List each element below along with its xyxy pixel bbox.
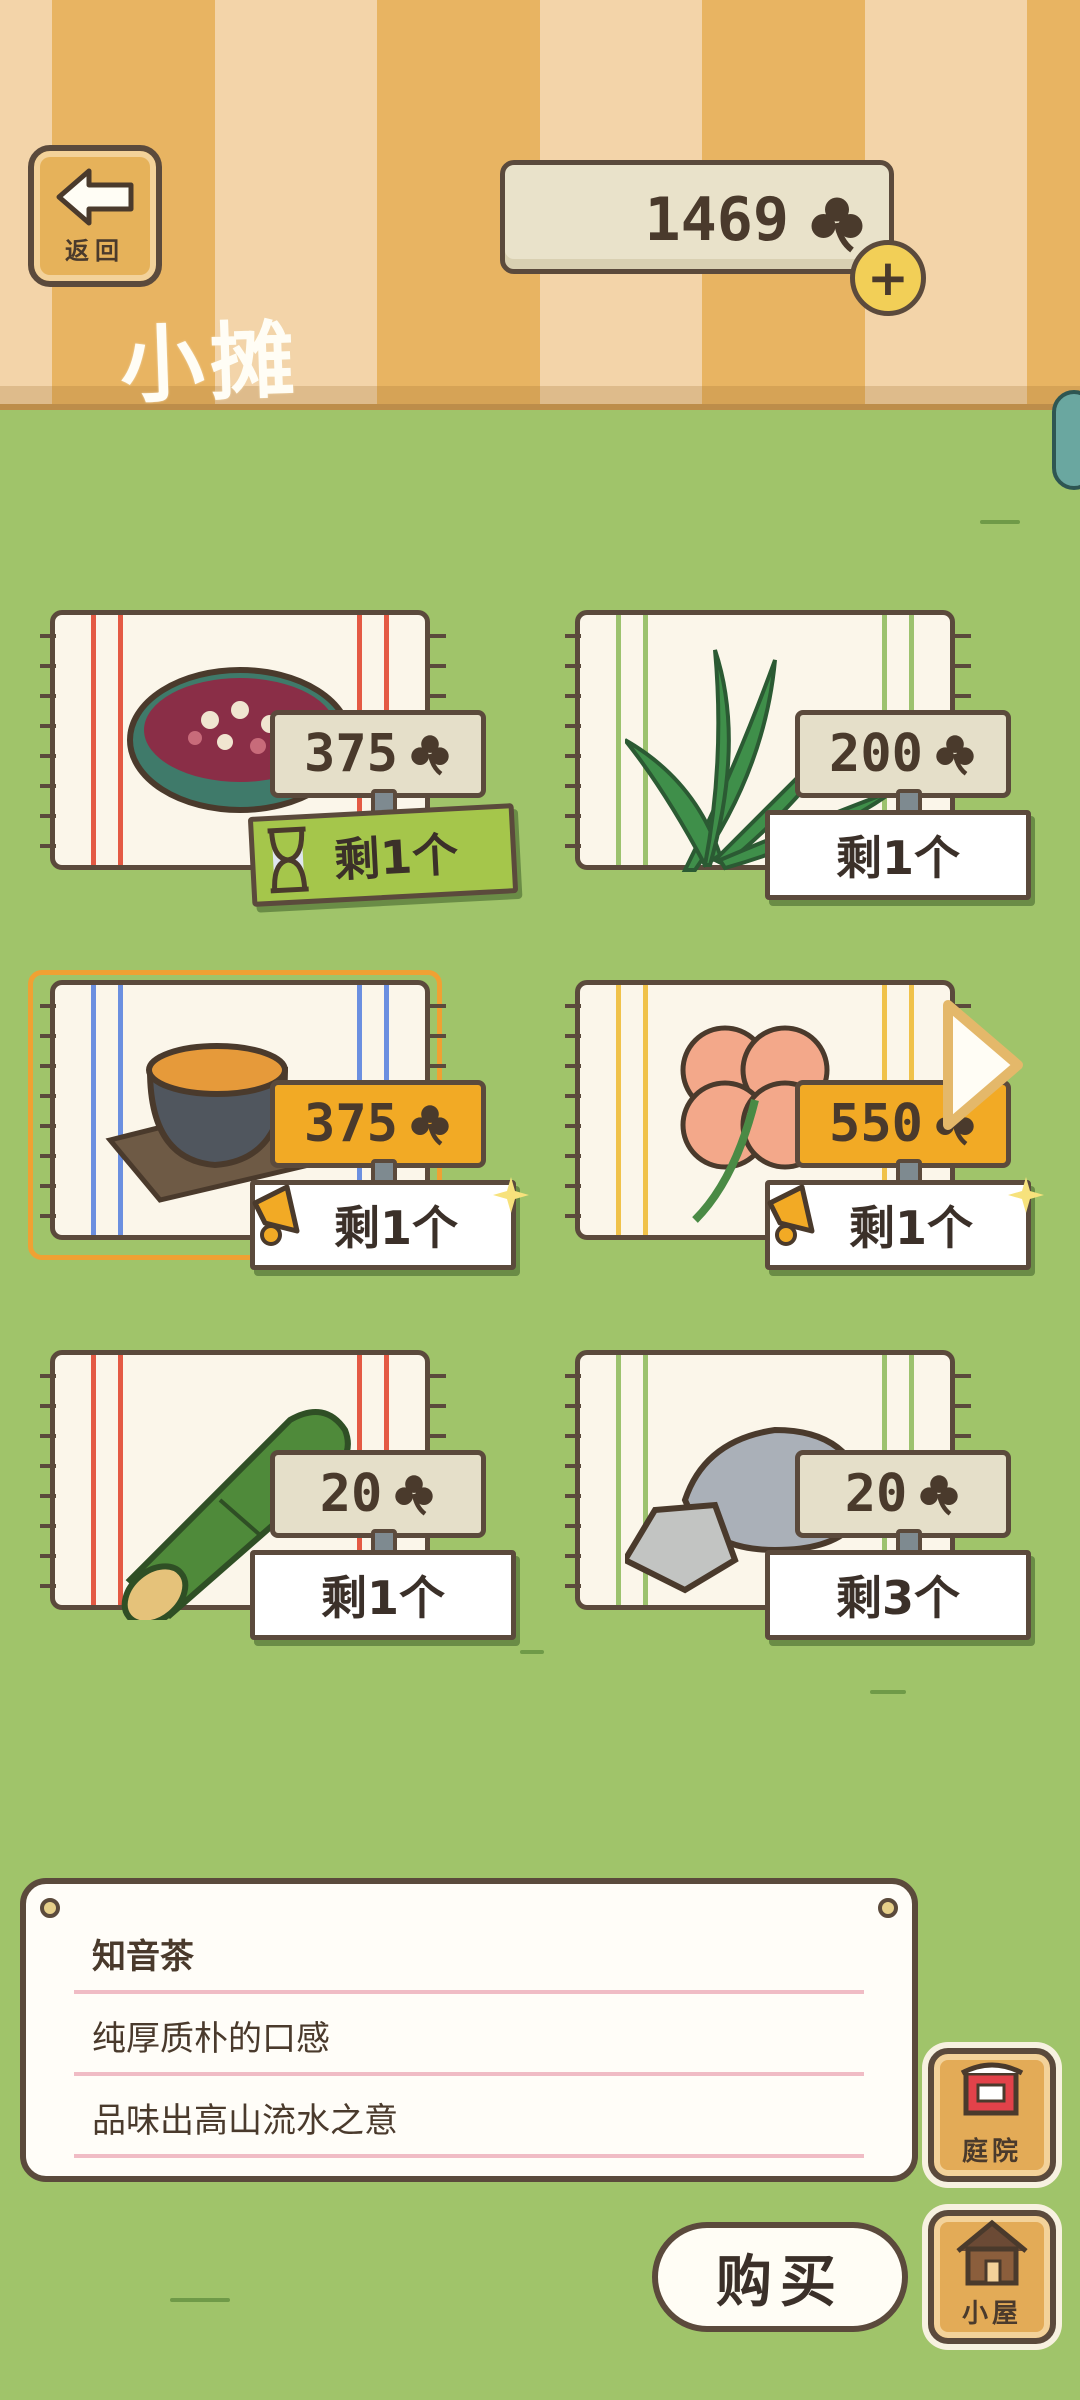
megaphone-icon <box>252 1184 300 1246</box>
house-icon <box>956 2219 1028 2286</box>
side-drawer-tab[interactable] <box>1052 390 1080 490</box>
pin-icon <box>40 1898 60 1918</box>
item-description-line: 品味出高山流水之意 <box>74 2076 864 2158</box>
mat-fringe <box>40 1358 56 1598</box>
stock-tag: 剩1个 <box>765 810 1031 900</box>
mat-fringe <box>40 988 56 1228</box>
item-description-panel: 知音茶 纯厚质朴的口感 品味出高山流水之意 <box>20 1878 918 2182</box>
shop-item[interactable]: 20 剩3个 <box>545 1340 1031 1670</box>
clover-count: 1469 <box>644 185 790 255</box>
stock-count: 剩3个 <box>835 1571 960 1625</box>
price-value: 375 <box>304 1094 398 1154</box>
plus-icon: + <box>867 249 909 307</box>
clover-icon <box>920 1475 959 1516</box>
price-tag: 20 <box>795 1450 1011 1563</box>
buy-button[interactable]: 购买 <box>652 2222 908 2332</box>
clover-icon <box>395 1475 434 1516</box>
price-value: 550 <box>829 1094 923 1154</box>
price-tag: 200 <box>795 710 1011 823</box>
back-label: 返回 <box>65 236 125 265</box>
mat-fringe <box>565 988 581 1228</box>
back-button[interactable]: 返回 <box>28 145 162 287</box>
stock-count: 剩1个 <box>333 1201 458 1255</box>
clover-icon <box>811 197 863 253</box>
yard-button[interactable]: 庭院 <box>928 2048 1056 2182</box>
megaphone-icon <box>767 1184 815 1246</box>
mat-fringe <box>565 1358 581 1598</box>
price-value: 20 <box>319 1464 383 1524</box>
price-value: 375 <box>304 724 398 784</box>
mat-fringe <box>565 618 581 858</box>
shop-item-selected[interactable]: 375 剩1个 <box>20 970 529 1300</box>
price-tag: 20 <box>270 1450 486 1563</box>
stock-tag: 剩1个 <box>765 1177 1044 1270</box>
shop-item[interactable]: 20 剩1个 <box>20 1340 516 1670</box>
grass-tuft <box>870 1690 906 1694</box>
sparkle-icon <box>1008 1177 1044 1213</box>
mat-fringe <box>40 618 56 858</box>
stock-count: 剩1个 <box>848 1201 973 1255</box>
stock-count: 剩1个 <box>332 827 460 888</box>
stock-count: 剩1个 <box>320 1571 445 1625</box>
pin-icon <box>878 1898 898 1918</box>
clover-balance: 1469 <box>500 160 894 274</box>
house-button[interactable]: 小屋 <box>928 2210 1056 2344</box>
price-value: 200 <box>829 724 923 784</box>
next-page-arrow-icon[interactable] <box>938 995 1028 1135</box>
sparkle-icon <box>493 1177 529 1213</box>
price-tag: 375 <box>270 710 486 823</box>
page-title: 小摊 <box>118 310 302 416</box>
grass-tuft <box>170 2298 230 2302</box>
house-label: 小屋 <box>961 2299 1022 2329</box>
yard-label: 庭院 <box>961 2137 1022 2167</box>
clover-icon <box>411 735 449 776</box>
price-tag: 375 <box>270 1080 486 1193</box>
item-name: 知音茶 <box>74 1918 864 1994</box>
item-description-line: 纯厚质朴的口感 <box>74 1994 864 2076</box>
grass-tuft <box>520 1650 544 1654</box>
yard-icon <box>960 2062 1024 2116</box>
stock-count: 剩1个 <box>835 831 960 885</box>
stock-tag: 剩3个 <box>765 1550 1031 1640</box>
clover-icon <box>411 1105 449 1146</box>
shop-item[interactable]: 375 剩1个 <box>20 600 519 930</box>
back-arrow-icon <box>56 168 134 225</box>
add-clover-button[interactable]: + <box>850 240 926 316</box>
price-value: 20 <box>844 1464 908 1524</box>
shop-item[interactable]: 200 剩1个 <box>545 600 1031 930</box>
grass-tuft <box>980 520 1020 524</box>
stock-tag: 剩1个 <box>247 803 519 907</box>
stock-tag: 剩1个 <box>250 1550 516 1640</box>
clover-icon <box>936 735 974 776</box>
stock-tag: 剩1个 <box>250 1177 529 1270</box>
hourglass-icon <box>267 826 309 894</box>
